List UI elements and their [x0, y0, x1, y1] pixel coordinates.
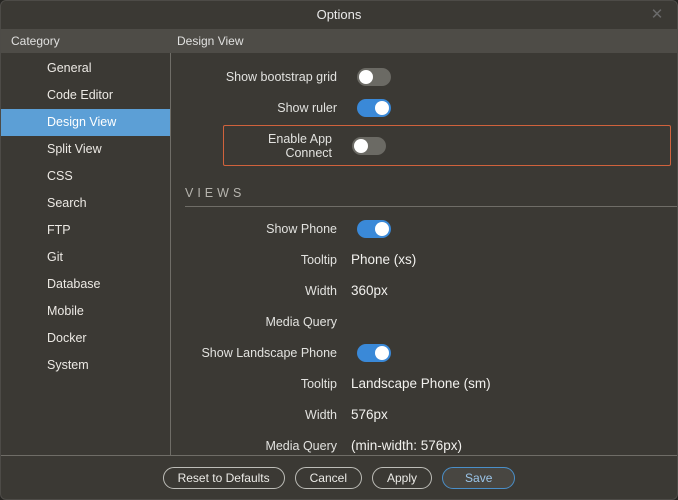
settings-panel: Show bootstrap grid Show ruler Enable Ap…	[171, 53, 677, 455]
sidebar-item-label: General	[47, 61, 91, 75]
dialog-footer: Reset to Defaults Cancel Apply Save	[1, 455, 677, 499]
category-sidebar: General Code Editor Design View Split Vi…	[1, 53, 171, 455]
cancel-button[interactable]: Cancel	[295, 467, 362, 489]
landscape-width-value[interactable]: 576px	[345, 407, 677, 422]
sidebar-item-split-view[interactable]: Split View	[1, 136, 170, 163]
category-column-header: Category	[1, 29, 171, 53]
sidebar-item-css[interactable]: CSS	[1, 163, 170, 190]
show-bootstrap-grid-label: Show bootstrap grid	[171, 70, 345, 84]
phone-media-query-label: Media Query	[171, 315, 345, 329]
toggle-knob-icon	[375, 101, 389, 115]
show-ruler-toggle[interactable]	[357, 99, 391, 117]
landscape-tooltip-value[interactable]: Landscape Phone (sm)	[345, 376, 677, 391]
sidebar-item-general[interactable]: General	[1, 55, 170, 82]
columns-header: Category Design View	[1, 29, 677, 53]
landscape-media-query-label: Media Query	[171, 439, 345, 453]
show-landscape-phone-label: Show Landscape Phone	[171, 346, 345, 360]
page-title: Design View	[171, 29, 677, 53]
sidebar-item-label: Split View	[47, 142, 102, 156]
phone-tooltip-label: Tooltip	[171, 253, 345, 267]
sidebar-item-search[interactable]: Search	[1, 190, 170, 217]
enable-app-connect-highlight: Enable App Connect	[223, 125, 671, 166]
show-phone-toggle[interactable]	[357, 220, 391, 238]
sidebar-item-mobile[interactable]: Mobile	[1, 298, 170, 325]
toggle-knob-icon	[359, 70, 373, 84]
toggle-knob-icon	[375, 346, 389, 360]
sidebar-item-code-editor[interactable]: Code Editor	[1, 82, 170, 109]
window-titlebar: Options ✕	[1, 1, 677, 29]
sidebar-item-database[interactable]: Database	[1, 271, 170, 298]
sidebar-item-git[interactable]: Git	[1, 244, 170, 271]
window-title: Options	[317, 7, 362, 22]
phone-tooltip-value[interactable]: Phone (xs)	[345, 252, 677, 267]
enable-app-connect-toggle[interactable]	[352, 137, 386, 155]
sidebar-item-label: Mobile	[47, 304, 84, 318]
sidebar-item-docker[interactable]: Docker	[1, 325, 170, 352]
sidebar-item-label: Database	[47, 277, 101, 291]
sidebar-item-label: Code Editor	[47, 88, 113, 102]
landscape-width-label: Width	[171, 408, 345, 422]
sidebar-item-system[interactable]: System	[1, 352, 170, 379]
sidebar-item-design-view[interactable]: Design View	[1, 109, 170, 136]
reset-to-defaults-button[interactable]: Reset to Defaults	[163, 467, 285, 489]
sidebar-item-label: System	[47, 358, 89, 372]
sidebar-item-label: CSS	[47, 169, 73, 183]
apply-button[interactable]: Apply	[372, 467, 432, 489]
sidebar-item-label: Docker	[47, 331, 87, 345]
sidebar-item-label: Search	[47, 196, 87, 210]
toggle-knob-icon	[354, 139, 368, 153]
show-landscape-phone-toggle[interactable]	[357, 344, 391, 362]
phone-width-value[interactable]: 360px	[345, 283, 677, 298]
views-section-title: VIEWS	[185, 186, 245, 200]
enable-app-connect-label: Enable App Connect	[224, 132, 340, 160]
phone-width-label: Width	[171, 284, 345, 298]
toggle-knob-icon	[375, 222, 389, 236]
sidebar-item-label: Git	[47, 250, 63, 264]
sidebar-item-label: Design View	[47, 115, 116, 129]
show-ruler-label: Show ruler	[171, 101, 345, 115]
sidebar-item-ftp[interactable]: FTP	[1, 217, 170, 244]
show-phone-label: Show Phone	[171, 222, 345, 236]
landscape-media-query-value[interactable]: (min-width: 576px)	[345, 438, 677, 453]
options-modal: Options ✕ Category Design View General C…	[0, 0, 678, 500]
sidebar-scrollbar[interactable]	[164, 53, 170, 455]
views-section-header: VIEWS	[185, 184, 677, 207]
landscape-tooltip-label: Tooltip	[171, 377, 345, 391]
close-icon[interactable]: ✕	[645, 1, 669, 29]
save-button[interactable]: Save	[442, 467, 515, 489]
sidebar-item-label: FTP	[47, 223, 71, 237]
show-bootstrap-grid-toggle[interactable]	[357, 68, 391, 86]
